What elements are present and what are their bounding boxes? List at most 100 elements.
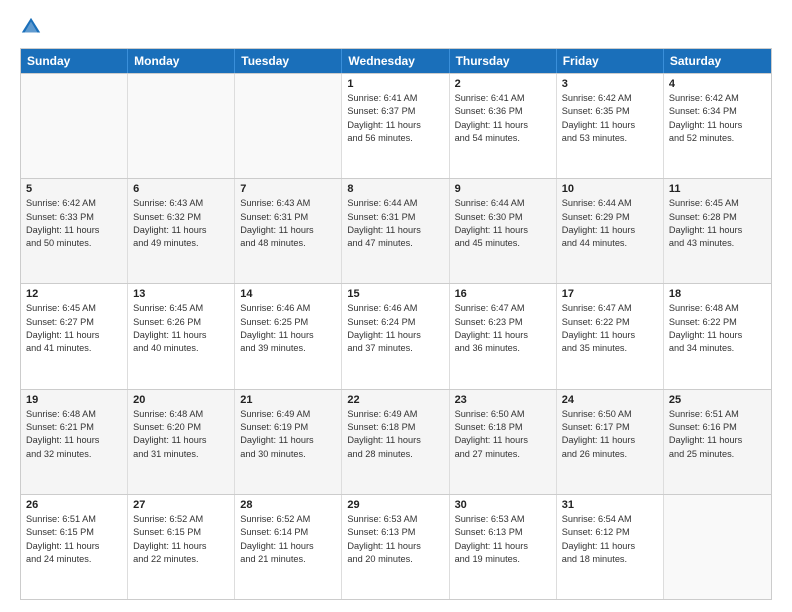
- calendar-cell: 1Sunrise: 6:41 AM Sunset: 6:37 PM Daylig…: [342, 74, 449, 178]
- day-info: Sunrise: 6:53 AM Sunset: 6:13 PM Dayligh…: [347, 513, 443, 566]
- day-info: Sunrise: 6:52 AM Sunset: 6:14 PM Dayligh…: [240, 513, 336, 566]
- day-number: 25: [669, 394, 766, 406]
- day-number: 4: [669, 78, 766, 90]
- day-number: 9: [455, 183, 551, 195]
- day-info: Sunrise: 6:51 AM Sunset: 6:15 PM Dayligh…: [26, 513, 122, 566]
- day-info: Sunrise: 6:44 AM Sunset: 6:31 PM Dayligh…: [347, 197, 443, 250]
- day-info: Sunrise: 6:42 AM Sunset: 6:35 PM Dayligh…: [562, 92, 658, 145]
- calendar-cell: 28 Sunrise: 6:52 AM Sunset: 6:14 PM Dayli…: [235, 495, 342, 599]
- calendar-cell: 31 Sunrise: 6:54 AM Sunset: 6:12 PM Dayli…: [557, 495, 664, 599]
- calendar-cell: 8Sunrise: 6:44 AM Sunset: 6:31 PM Daylig…: [342, 179, 449, 283]
- day-number: 31: [562, 499, 658, 511]
- day-info: Sunrise: 6:48 AM Sunset: 6:20 PM Dayligh…: [133, 408, 229, 461]
- day-info: Sunrise: 6:45 AM Sunset: 6:27 PM Dayligh…: [26, 302, 122, 355]
- day-info: Sunrise: 6:52 AM Sunset: 6:15 PM Dayligh…: [133, 513, 229, 566]
- calendar-cell: 6 Sunrise: 6:43 AM Sunset: 6:32 PM Daylig…: [128, 179, 235, 283]
- day-number: 5: [26, 183, 122, 195]
- calendar-header-cell: Tuesday: [235, 49, 342, 73]
- calendar-cell: 12 Sunrise: 6:45 AM Sunset: 6:27 PM Dayli…: [21, 284, 128, 388]
- calendar-cell: 11 Sunrise: 6:45 AM Sunset: 6:28 PM Dayli…: [664, 179, 771, 283]
- day-info: Sunrise: 6:45 AM Sunset: 6:28 PM Dayligh…: [669, 197, 766, 250]
- calendar-cell: 17 Sunrise: 6:47 AM Sunset: 6:22 PM Dayli…: [557, 284, 664, 388]
- day-info: Sunrise: 6:43 AM Sunset: 6:31 PM Dayligh…: [240, 197, 336, 250]
- calendar-cell: 7 Sunrise: 6:43 AM Sunset: 6:31 PM Daylig…: [235, 179, 342, 283]
- day-info: Sunrise: 6:42 AM Sunset: 6:34 PM Dayligh…: [669, 92, 766, 145]
- day-info: Sunrise: 6:51 AM Sunset: 6:16 PM Dayligh…: [669, 408, 766, 461]
- day-info: Sunrise: 6:45 AM Sunset: 6:26 PM Dayligh…: [133, 302, 229, 355]
- day-number: 2: [455, 78, 551, 90]
- day-info: Sunrise: 6:47 AM Sunset: 6:22 PM Dayligh…: [562, 302, 658, 355]
- day-number: 28: [240, 499, 336, 511]
- day-number: 12: [26, 288, 122, 300]
- day-info: Sunrise: 6:46 AM Sunset: 6:25 PM Dayligh…: [240, 302, 336, 355]
- day-number: 18: [669, 288, 766, 300]
- calendar-header: SundayMondayTuesdayWednesdayThursdayFrid…: [21, 49, 771, 73]
- day-number: 11: [669, 183, 766, 195]
- calendar-cell: 20 Sunrise: 6:48 AM Sunset: 6:20 PM Dayli…: [128, 390, 235, 494]
- calendar-cell: 14 Sunrise: 6:46 AM Sunset: 6:25 PM Dayli…: [235, 284, 342, 388]
- day-info: Sunrise: 6:47 AM Sunset: 6:23 PM Dayligh…: [455, 302, 551, 355]
- page: SundayMondayTuesdayWednesdayThursdayFrid…: [0, 0, 792, 612]
- calendar-header-cell: Thursday: [450, 49, 557, 73]
- calendar-cell: 18 Sunrise: 6:48 AM Sunset: 6:22 PM Dayli…: [664, 284, 771, 388]
- day-info: Sunrise: 6:49 AM Sunset: 6:18 PM Dayligh…: [347, 408, 443, 461]
- day-number: 27: [133, 499, 229, 511]
- calendar-cell: 23 Sunrise: 6:50 AM Sunset: 6:18 PM Dayli…: [450, 390, 557, 494]
- calendar-cell: 21 Sunrise: 6:49 AM Sunset: 6:19 PM Dayli…: [235, 390, 342, 494]
- logo-icon: [20, 16, 42, 38]
- calendar-week: 5Sunrise: 6:42 AM Sunset: 6:33 PM Daylig…: [21, 178, 771, 283]
- day-info: Sunrise: 6:49 AM Sunset: 6:19 PM Dayligh…: [240, 408, 336, 461]
- calendar-cell: [128, 74, 235, 178]
- calendar-header-cell: Saturday: [664, 49, 771, 73]
- day-number: 21: [240, 394, 336, 406]
- calendar-week: 12 Sunrise: 6:45 AM Sunset: 6:27 PM Dayli…: [21, 283, 771, 388]
- day-number: 16: [455, 288, 551, 300]
- day-info: Sunrise: 6:44 AM Sunset: 6:30 PM Dayligh…: [455, 197, 551, 250]
- day-info: Sunrise: 6:46 AM Sunset: 6:24 PM Dayligh…: [347, 302, 443, 355]
- calendar-cell: [664, 495, 771, 599]
- calendar-cell: [21, 74, 128, 178]
- day-number: 19: [26, 394, 122, 406]
- calendar-cell: 9 Sunrise: 6:44 AM Sunset: 6:30 PM Daylig…: [450, 179, 557, 283]
- day-info: Sunrise: 6:54 AM Sunset: 6:12 PM Dayligh…: [562, 513, 658, 566]
- day-number: 17: [562, 288, 658, 300]
- header: [20, 16, 772, 38]
- calendar-header-cell: Sunday: [21, 49, 128, 73]
- calendar-header-cell: Monday: [128, 49, 235, 73]
- day-number: 7: [240, 183, 336, 195]
- calendar-cell: [235, 74, 342, 178]
- calendar: SundayMondayTuesdayWednesdayThursdayFrid…: [20, 48, 772, 600]
- day-number: 6: [133, 183, 229, 195]
- calendar-header-cell: Wednesday: [342, 49, 449, 73]
- day-info: Sunrise: 6:41 AM Sunset: 6:36 PM Dayligh…: [455, 92, 551, 145]
- day-number: 20: [133, 394, 229, 406]
- calendar-cell: 22 Sunrise: 6:49 AM Sunset: 6:18 PM Dayli…: [342, 390, 449, 494]
- day-info: Sunrise: 6:48 AM Sunset: 6:22 PM Dayligh…: [669, 302, 766, 355]
- day-number: 26: [26, 499, 122, 511]
- calendar-cell: 26 Sunrise: 6:51 AM Sunset: 6:15 PM Dayli…: [21, 495, 128, 599]
- calendar-cell: 27 Sunrise: 6:52 AM Sunset: 6:15 PM Dayli…: [128, 495, 235, 599]
- calendar-cell: 16 Sunrise: 6:47 AM Sunset: 6:23 PM Dayli…: [450, 284, 557, 388]
- day-number: 10: [562, 183, 658, 195]
- logo: [20, 16, 46, 38]
- day-number: 22: [347, 394, 443, 406]
- day-number: 14: [240, 288, 336, 300]
- day-info: Sunrise: 6:50 AM Sunset: 6:18 PM Dayligh…: [455, 408, 551, 461]
- day-number: 23: [455, 394, 551, 406]
- day-number: 29: [347, 499, 443, 511]
- day-info: Sunrise: 6:43 AM Sunset: 6:32 PM Dayligh…: [133, 197, 229, 250]
- calendar-cell: 29 Sunrise: 6:53 AM Sunset: 6:13 PM Dayli…: [342, 495, 449, 599]
- day-number: 24: [562, 394, 658, 406]
- calendar-cell: 10 Sunrise: 6:44 AM Sunset: 6:29 PM Dayli…: [557, 179, 664, 283]
- calendar-header-cell: Friday: [557, 49, 664, 73]
- day-number: 30: [455, 499, 551, 511]
- calendar-cell: 3Sunrise: 6:42 AM Sunset: 6:35 PM Daylig…: [557, 74, 664, 178]
- calendar-cell: 30Sunrise: 6:53 AM Sunset: 6:13 PM Dayli…: [450, 495, 557, 599]
- calendar-cell: 13 Sunrise: 6:45 AM Sunset: 6:26 PM Dayli…: [128, 284, 235, 388]
- day-info: Sunrise: 6:44 AM Sunset: 6:29 PM Dayligh…: [562, 197, 658, 250]
- calendar-cell: 2 Sunrise: 6:41 AM Sunset: 6:36 PM Daylig…: [450, 74, 557, 178]
- day-number: 13: [133, 288, 229, 300]
- calendar-cell: 25 Sunrise: 6:51 AM Sunset: 6:16 PM Dayli…: [664, 390, 771, 494]
- day-info: Sunrise: 6:41 AM Sunset: 6:37 PM Dayligh…: [347, 92, 443, 145]
- day-info: Sunrise: 6:48 AM Sunset: 6:21 PM Dayligh…: [26, 408, 122, 461]
